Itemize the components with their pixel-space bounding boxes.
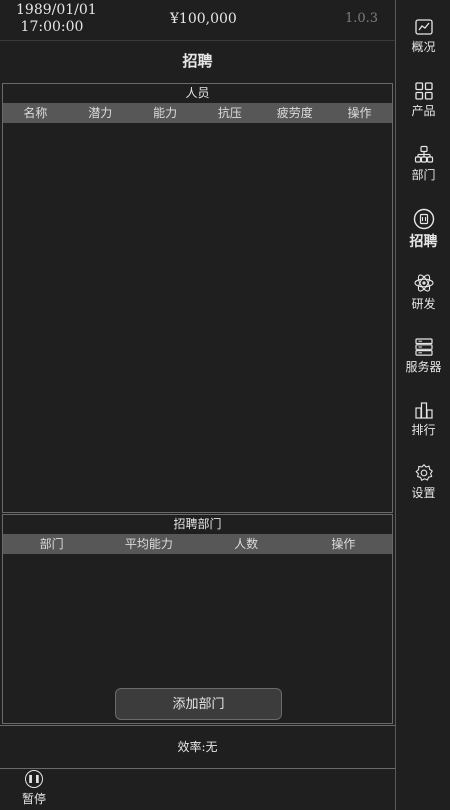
sidebar-item-research[interactable]: 研发	[396, 272, 450, 312]
version-label: 1.0.3	[345, 11, 379, 26]
column-header-headcount[interactable]: 人数	[198, 534, 295, 554]
page-title: 招聘	[182, 52, 213, 70]
column-header-department[interactable]: 部门	[3, 534, 100, 554]
staff-panel: 人员 名称 潜力 能力 抗压 疲劳度 操作	[2, 83, 393, 513]
org-chart-icon	[414, 145, 433, 163]
game-clock: 1989/01/01 17:00:00	[16, 2, 97, 36]
ranking-icon	[414, 402, 433, 419]
divider	[0, 725, 395, 726]
dept-table-header: 部门 平均能力 人数 操作	[3, 534, 392, 554]
sidebar-item-departments[interactable]: 部门	[396, 145, 450, 183]
money-display: ¥100,000	[170, 11, 237, 27]
efficiency-text: 效率:无	[177, 740, 218, 754]
divider	[0, 768, 395, 769]
add-department-button[interactable]: 添加部门	[115, 688, 282, 720]
sidebar-item-label: 排行	[411, 423, 436, 437]
server-icon	[414, 338, 433, 356]
sidebar-item-label: 服务器	[405, 360, 442, 374]
sidebar-item-label: 招聘	[409, 234, 438, 250]
gear-icon	[414, 464, 433, 481]
staff-panel-title: 人员	[185, 86, 210, 100]
column-header-action: 操作	[347, 106, 372, 120]
sidebar-item-ranking[interactable]: 排行	[396, 400, 450, 438]
time-text: 17:00:00	[20, 19, 84, 35]
atom-icon	[413, 274, 434, 292]
pause-icon: ❚❚	[25, 770, 43, 788]
status-header: 1989/01/01 17:00:00 ¥100,000 1.0.3	[0, 0, 395, 41]
column-header-action: 操作	[331, 537, 356, 551]
sidebar-item-label: 产品	[411, 104, 436, 118]
chart-icon	[414, 19, 433, 35]
recruit-dept-panel: 招聘部门 部门 平均能力 人数 操作 添加部门	[2, 514, 393, 724]
column-header-potential[interactable]: 潜力	[68, 103, 133, 123]
sidebar-item-overview[interactable]: 概况	[396, 17, 450, 55]
column-header-name[interactable]: 名称	[3, 103, 68, 123]
date-text: 1989/01/01	[16, 2, 97, 18]
column-header-fatigue[interactable]: 疲劳度	[262, 103, 327, 123]
grid-icon	[414, 82, 433, 100]
sidebar-item-label: 部门	[411, 168, 436, 182]
sidebar-item-label: 研发	[411, 297, 436, 311]
recruit-icon	[413, 208, 434, 230]
dept-panel-title: 招聘部门	[173, 517, 222, 531]
sidebar-item-servers[interactable]: 服务器	[396, 337, 450, 375]
staff-table-header: 名称 潜力 能力 抗压 疲劳度 操作	[3, 103, 392, 123]
column-header-stress[interactable]: 抗压	[197, 103, 262, 123]
pause-label: 暂停	[21, 792, 46, 806]
pause-button[interactable]: ❚❚ 暂停	[18, 770, 50, 807]
column-header-ability[interactable]: 能力	[133, 103, 198, 123]
sidebar-item-products[interactable]: 产品	[396, 81, 450, 119]
sidebar-item-recruit[interactable]: 招聘	[396, 208, 450, 251]
column-header-avg-ability[interactable]: 平均能力	[100, 534, 197, 554]
sidebar-nav: 概况 产品 部门 招聘 研发 服务器 排行 设置	[395, 0, 450, 810]
sidebar-item-settings[interactable]: 设置	[396, 463, 450, 501]
sidebar-item-label: 概况	[411, 40, 436, 54]
main-area: 1989/01/01 17:00:00 ¥100,000 1.0.3 招聘 人员…	[0, 0, 395, 810]
sidebar-item-label: 设置	[411, 486, 436, 500]
